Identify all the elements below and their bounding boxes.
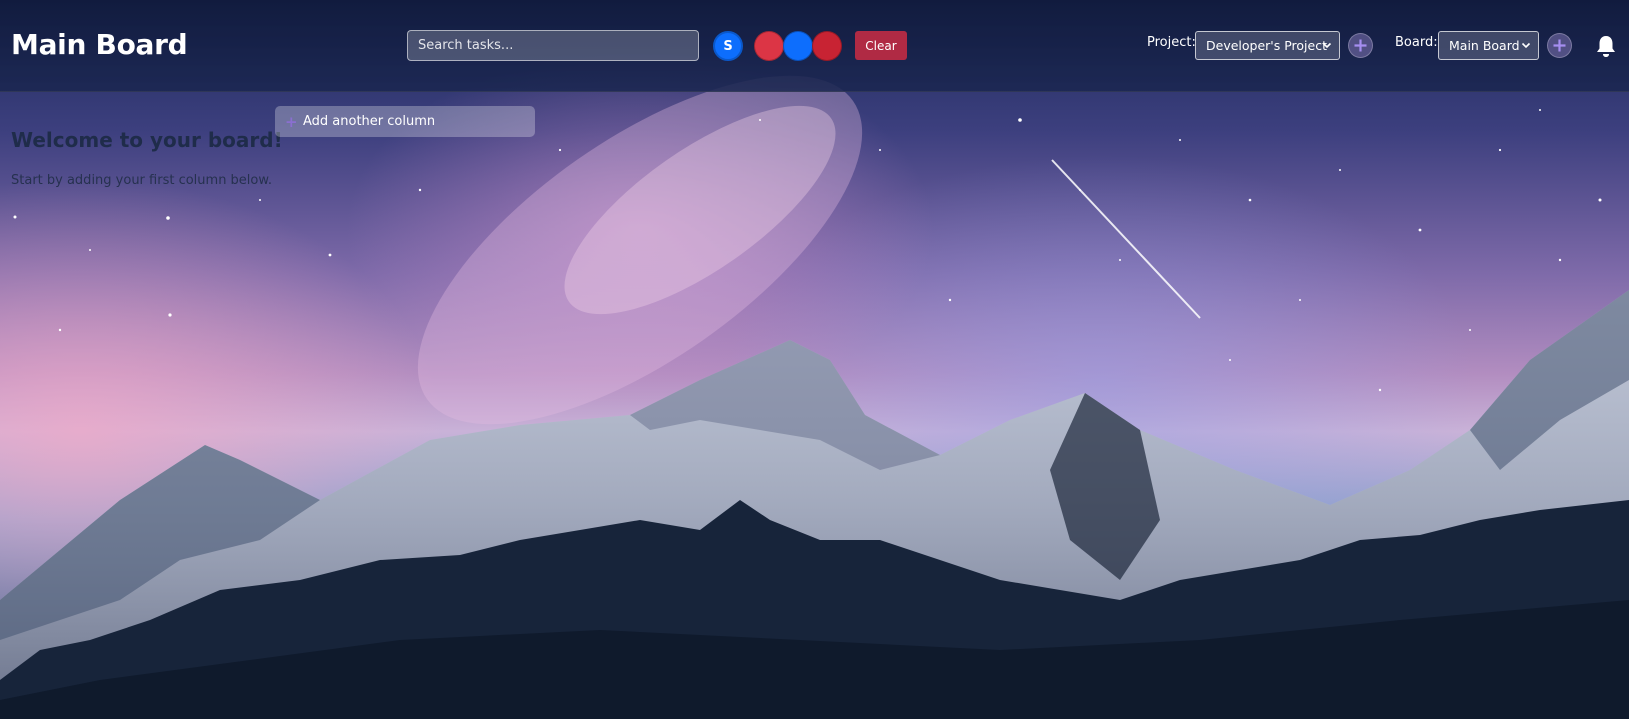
board-label: Board: [1395, 35, 1438, 50]
user-avatar-initial: S [723, 38, 733, 54]
plus-icon: + [285, 112, 298, 131]
color-filter-red[interactable] [754, 31, 784, 61]
bell-icon[interactable] [1595, 34, 1617, 58]
board-select-value: Main Board [1449, 38, 1520, 53]
add-column-label: Add another column [303, 114, 436, 129]
board-background-image [0, 0, 1629, 719]
project-select[interactable]: Developer's Project [1195, 31, 1340, 60]
user-avatar[interactable]: S [713, 31, 743, 61]
color-filter-blue[interactable] [783, 31, 813, 61]
plus-icon [1553, 39, 1566, 52]
clear-filters-button[interactable]: Clear [855, 31, 907, 60]
mountain-night-scene [0, 75, 1629, 719]
board-select[interactable]: Main Board [1438, 31, 1539, 60]
search-input[interactable] [407, 30, 699, 61]
welcome-title: Welcome to your board! [11, 128, 283, 152]
project-label: Project: [1147, 35, 1196, 50]
chevron-down-icon [1322, 42, 1332, 49]
board-title: Main Board [11, 28, 188, 61]
add-project-button[interactable] [1348, 33, 1373, 58]
chevron-down-icon [1521, 42, 1531, 49]
add-column-button[interactable]: + Add another column [275, 106, 535, 137]
plus-icon [1354, 39, 1367, 52]
welcome-text: Start by adding your first column below. [11, 173, 272, 188]
color-filter-darkred[interactable] [812, 31, 842, 61]
project-select-value: Developer's Project [1206, 38, 1327, 53]
add-board-button[interactable] [1547, 33, 1572, 58]
top-header-bar: Main Board S Clear Project: Developer's … [0, 0, 1629, 92]
